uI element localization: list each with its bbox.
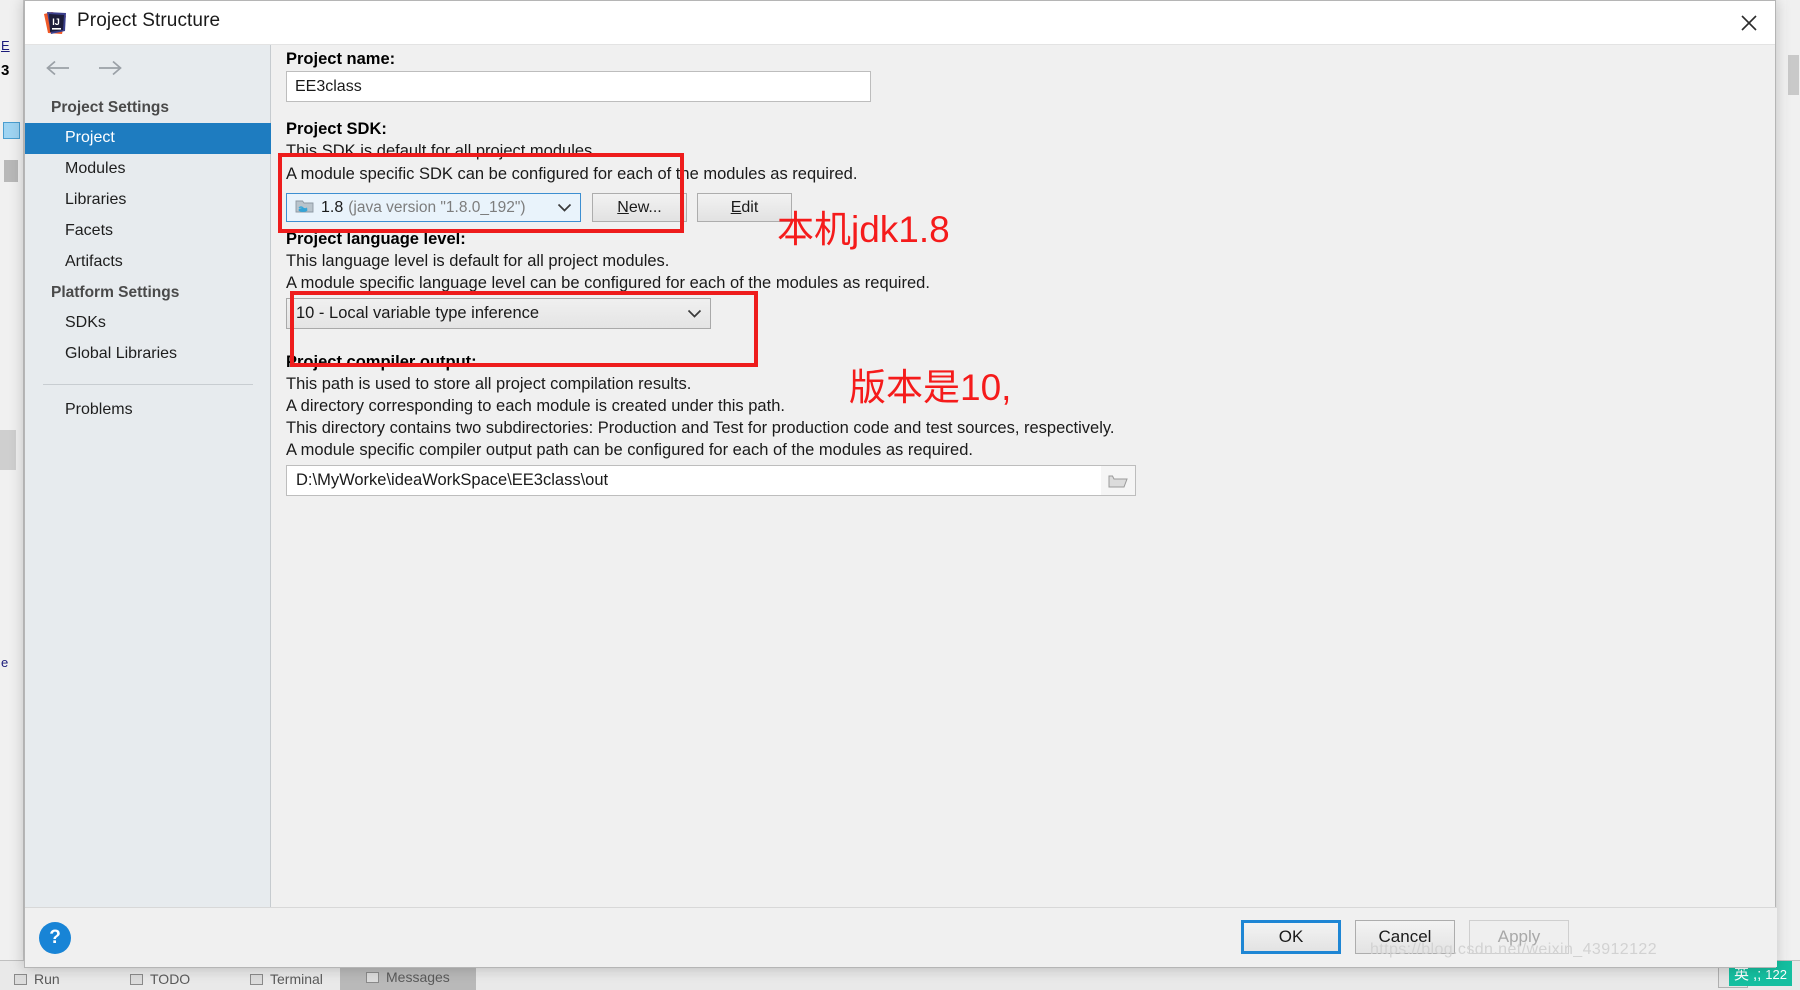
project-sdk-detail: (java version "1.8.0_192"): [348, 198, 526, 216]
language-level-dropdown[interactable]: 10 - Local variable type inference: [286, 298, 711, 329]
close-icon[interactable]: [1723, 1, 1775, 44]
project-settings-panel: Project name: EE3class Project SDK: This…: [272, 45, 1775, 909]
annotation-text-language-level: 版本是10,: [849, 367, 1012, 408]
compiler-output-label: Project compiler output:: [286, 353, 477, 371]
ime-number-label: 122: [1765, 967, 1787, 982]
annotation-text-sdk: 本机jdk1.8: [777, 209, 950, 250]
background-tab-todo[interactable]: TODO: [130, 971, 190, 987]
project-name-input[interactable]: EE3class: [286, 71, 871, 102]
sidebar-group-project-settings: Project Settings: [51, 99, 169, 116]
sidebar-item-project[interactable]: Project: [25, 123, 271, 154]
edit-sdk-button[interactable]: Edit: [697, 193, 792, 222]
compiler-output-path-value: D:\MyWorke\ideaWorkSpace\EE3class\out: [296, 471, 609, 489]
background-right-gutter: [1786, 0, 1800, 990]
background-mark-0: E: [1, 38, 10, 53]
project-sdk-version: 1.8: [321, 198, 344, 216]
edit-button-label-rest: dit: [741, 198, 759, 216]
arrow-right-icon[interactable]: [93, 55, 127, 81]
language-level-value: 10 - Local variable type inference: [296, 304, 540, 322]
background-gray-chip: [4, 160, 18, 182]
new-button-label-rest: ew...: [628, 198, 662, 216]
project-sdk-label: Project SDK:: [286, 120, 387, 138]
compiler-output-desc-4: A module specific compiler output path c…: [286, 441, 973, 459]
project-name-label: Project name:: [286, 50, 396, 68]
compiler-output-desc-2: A directory corresponding to each module…: [286, 397, 785, 415]
intellij-idea-logo-icon: IJ: [43, 11, 67, 35]
ime-extra-label: ,;: [1752, 966, 1762, 983]
background-left-gutter: E 3 e: [0, 0, 24, 990]
project-sdk-desc-2: A module specific SDK can be configured …: [286, 165, 858, 183]
background-tab-label: Run: [34, 971, 60, 987]
sidebar-item-modules[interactable]: Modules: [25, 154, 271, 185]
chevron-down-icon: [557, 199, 572, 217]
new-button-mnemonic: N: [617, 198, 629, 216]
background-tab-run[interactable]: Run: [14, 971, 60, 987]
background-gray-chip-2: [0, 430, 16, 470]
sidebar-group-platform-settings: Platform Settings: [51, 284, 180, 301]
navigation-arrows: [41, 55, 127, 81]
sidebar-item-facets[interactable]: Facets: [25, 216, 271, 247]
sidebar-item-artifacts[interactable]: Artifacts: [25, 247, 271, 278]
background-blue-chip: [3, 122, 20, 139]
sidebar-item-sdks[interactable]: SDKs: [25, 308, 271, 339]
project-name-value: EE3class: [295, 77, 362, 95]
dialog-title: Project Structure: [77, 10, 221, 31]
java-sdk-icon: [295, 197, 314, 219]
settings-sidebar: Project Settings Project Modules Librari…: [25, 45, 271, 909]
background-scrollbar-thumb[interactable]: [1788, 55, 1799, 95]
apply-button: Apply: [1469, 920, 1569, 954]
ok-button[interactable]: OK: [1241, 920, 1341, 954]
dialog-titlebar: IJ Project Structure: [25, 1, 1775, 45]
background-tab-label: Messages: [386, 969, 450, 985]
language-level-desc-1: This language level is default for all p…: [286, 252, 670, 270]
compiler-output-desc-1: This path is used to store all project c…: [286, 375, 692, 393]
arrow-left-icon[interactable]: [41, 55, 75, 81]
help-circle-icon[interactable]: ?: [39, 922, 71, 954]
background-mark-2: e: [1, 655, 9, 670]
project-sdk-desc-1: This SDK is default for all project modu…: [286, 142, 597, 160]
background-tab-messages[interactable]: Messages: [340, 966, 476, 990]
svg-text:IJ: IJ: [52, 17, 60, 27]
background-tab-terminal[interactable]: Terminal: [250, 971, 323, 987]
new-sdk-button[interactable]: New...: [592, 193, 687, 222]
language-level-desc-2: A module specific language level can be …: [286, 274, 930, 292]
sidebar-item-global-libraries[interactable]: Global Libraries: [25, 339, 271, 370]
sidebar-item-problems[interactable]: Problems: [25, 395, 271, 426]
run-icon: [14, 974, 27, 985]
background-mark-1: 3: [1, 62, 10, 79]
compiler-output-path-input[interactable]: D:\MyWorke\ideaWorkSpace\EE3class\out: [286, 465, 1136, 496]
background-tab-label: TODO: [150, 971, 191, 987]
cancel-button[interactable]: Cancel: [1355, 920, 1455, 954]
folder-browse-icon[interactable]: [1101, 466, 1135, 495]
dialog-footer: ? OK Cancel Apply https://blog.csdn.net/…: [25, 907, 1777, 967]
language-level-label: Project language level:: [286, 230, 466, 248]
todo-icon: [130, 974, 143, 985]
messages-icon: [366, 972, 379, 983]
background-tab-label: Terminal: [270, 971, 323, 987]
edit-button-mnemonic: E: [730, 198, 742, 216]
sidebar-divider: [43, 384, 253, 385]
project-sdk-dropdown[interactable]: 1.8 (java version "1.8.0_192"): [286, 193, 581, 222]
chevron-down-icon: [687, 305, 702, 323]
terminal-icon: [250, 974, 263, 985]
sidebar-item-libraries[interactable]: Libraries: [25, 185, 271, 216]
project-structure-dialog: IJ Project Structure Project Settings Pr…: [24, 0, 1777, 968]
compiler-output-desc-3: This directory contains two subdirectori…: [286, 419, 1115, 437]
